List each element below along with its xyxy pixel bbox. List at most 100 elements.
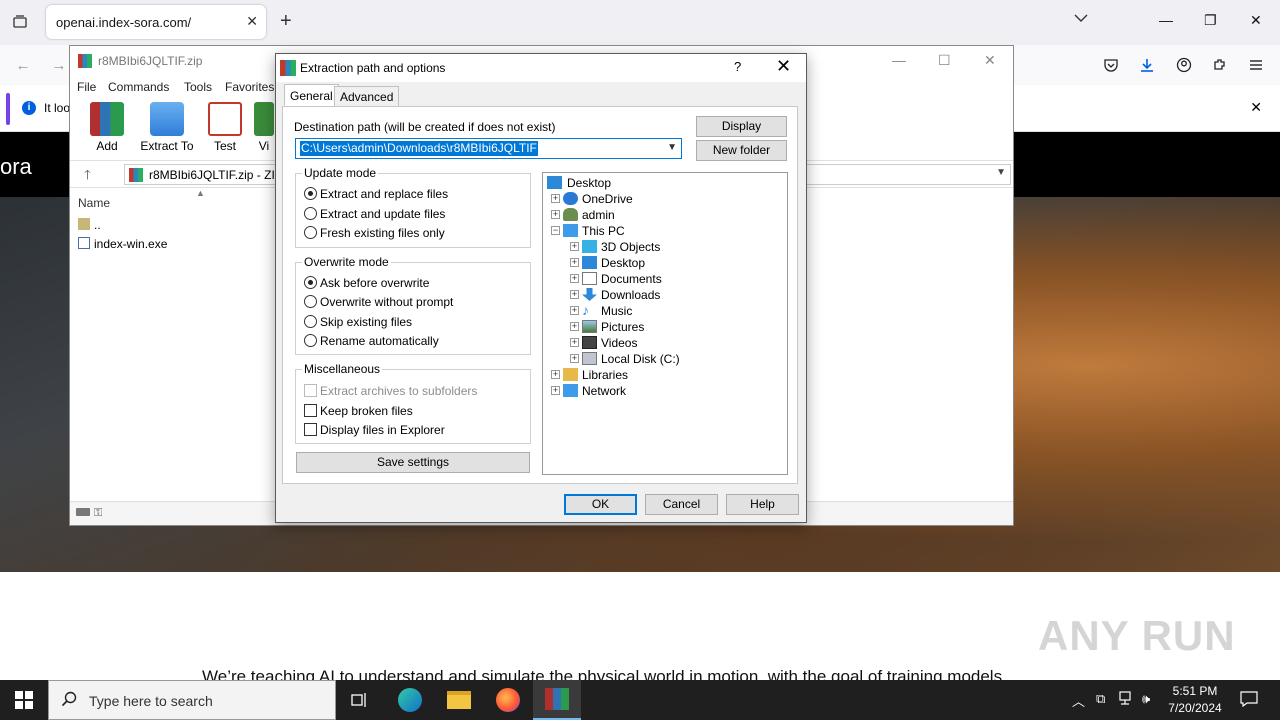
task-view-button[interactable] [336,680,384,720]
browser-minimize-button[interactable]: — [1159,12,1173,28]
radio-button[interactable] [304,315,317,328]
downloads-icon [582,288,597,301]
network-icon[interactable] [1119,691,1135,708]
menu-commands[interactable]: Commands [108,80,169,94]
winrar-close-button[interactable]: ✕ [984,52,996,69]
radio-button[interactable] [304,207,317,220]
view-button[interactable]: Vi [254,102,274,153]
checkbox[interactable] [304,423,317,436]
option-label: Rename automatically [320,334,439,348]
winrar-minimize-button[interactable]: — [892,52,906,68]
radio-button[interactable] [304,276,317,289]
chevron-down-icon[interactable]: ▼ [667,142,677,153]
new-tab-button[interactable]: + [280,10,292,33]
extract-to-button[interactable]: Extract To [138,102,196,153]
notification-close-icon[interactable]: ✕ [1250,99,1262,116]
show-hidden-icons[interactable]: ︿ [1072,691,1085,710]
file-explorer-app[interactable] [435,680,483,720]
cancel-button[interactable]: Cancel [645,494,718,515]
file-name: index-win.exe [94,237,168,251]
tab-list-icon[interactable] [8,10,32,34]
collapse-icon[interactable]: − [551,226,560,235]
tab-general[interactable]: General [284,84,339,106]
notifications-icon[interactable] [1240,691,1258,710]
miscellaneous-group: Miscellaneous Extract archives to subfol… [295,362,531,444]
column-header-name[interactable]: Name [78,196,110,210]
new-folder-button[interactable]: New folder [696,140,787,161]
option-label: Extract archives to subfolders [320,384,478,398]
start-button[interactable] [0,680,48,720]
expand-icon[interactable]: + [570,354,579,363]
forward-icon[interactable]: → [48,54,70,76]
expand-icon[interactable]: + [570,306,579,315]
expand-icon[interactable]: + [570,258,579,267]
back-icon[interactable]: ← [12,54,34,76]
winrar-maximize-button[interactable]: ☐ [938,52,951,69]
expand-icon[interactable]: + [551,386,560,395]
account-icon[interactable] [1173,54,1195,76]
save-settings-button[interactable]: Save settings [296,452,530,473]
site-brand[interactable]: ora [0,154,32,180]
expand-icon[interactable]: + [551,370,560,379]
expand-icon[interactable]: + [551,210,560,219]
edge-app[interactable] [386,680,434,720]
destination-path-input[interactable]: C:\Users\admin\Downloads\r8MBIbi6JQLTIF … [295,138,682,159]
task-view-icon [351,693,366,707]
edge-icon [398,688,422,712]
search-placeholder: Type here to search [89,693,213,709]
expand-icon[interactable]: + [570,242,579,251]
radio-button[interactable] [304,334,317,347]
general-panel: Destination path (will be created if doe… [282,106,798,484]
folder-tree[interactable]: Desktop + OneDrive + admin − This PC +3D Ob… [542,172,788,475]
radio-button[interactable] [304,226,317,239]
test-button[interactable]: Test [198,102,252,153]
menu-icon[interactable] [1245,54,1267,76]
dialog-close-button[interactable]: ✕ [776,56,791,77]
volume-icon[interactable]: 🕪 [1142,691,1150,707]
expand-icon[interactable]: + [570,338,579,347]
test-label: Test [213,139,236,153]
help-button[interactable]: Help [726,494,799,515]
expand-icon[interactable]: + [570,322,579,331]
tree-label: Pictures [601,320,645,334]
browser-restore-button[interactable]: ❐ [1204,12,1217,29]
expand-icon[interactable]: + [570,274,579,283]
extensions-icon[interactable] [1209,54,1231,76]
notification-accent [6,93,10,125]
dialog-help-button[interactable]: ? [734,59,741,74]
taskbar-search[interactable]: Type here to search [48,680,336,720]
info-icon: i [22,101,36,115]
radio-button[interactable] [304,187,317,200]
clock[interactable]: 5:51 PM 7/20/2024 [1160,683,1230,717]
firefox-app[interactable] [484,680,532,720]
menu-tools[interactable]: Tools [184,80,212,94]
add-button[interactable]: Add [80,102,134,153]
chevron-down-icon[interactable]: ▼ [996,167,1006,178]
tabs-dropdown-icon[interactable] [1074,12,1088,26]
tab-advanced[interactable]: Advanced [334,86,400,107]
videos-icon [582,336,597,349]
tab-title: openai.index-sora.com/ [56,15,192,30]
expand-icon[interactable]: + [570,290,579,299]
browser-tab[interactable]: openai.index-sora.com/ ✕ [46,5,266,39]
expand-icon[interactable]: + [551,194,560,203]
taskbar: Type here to search ︿ ⧉ 🕪 5:51 PM 7/20/2… [0,680,1280,720]
menu-file[interactable]: File [77,80,96,94]
device-icon[interactable]: ⧉ [1096,691,1105,707]
checkbox[interactable] [304,404,317,417]
pocket-icon[interactable] [1100,54,1122,76]
option-label: Skip existing files [320,315,413,329]
tree-label: Network [582,384,627,398]
winrar-app[interactable] [533,680,581,720]
option-label: Extract and replace files [320,187,449,201]
ok-button[interactable]: OK [564,494,637,515]
up-arrow-icon[interactable]: 🡑 [84,166,91,188]
downloads-icon[interactable] [1136,54,1158,76]
pictures-icon [582,320,597,333]
menu-favorites[interactable]: Favorites [225,80,274,94]
radio-button[interactable] [304,295,317,308]
display-button[interactable]: Display [696,116,787,137]
tab-close-icon[interactable]: ✕ [246,13,258,30]
windows-logo-icon [15,691,33,709]
browser-close-button[interactable]: ✕ [1250,12,1262,29]
